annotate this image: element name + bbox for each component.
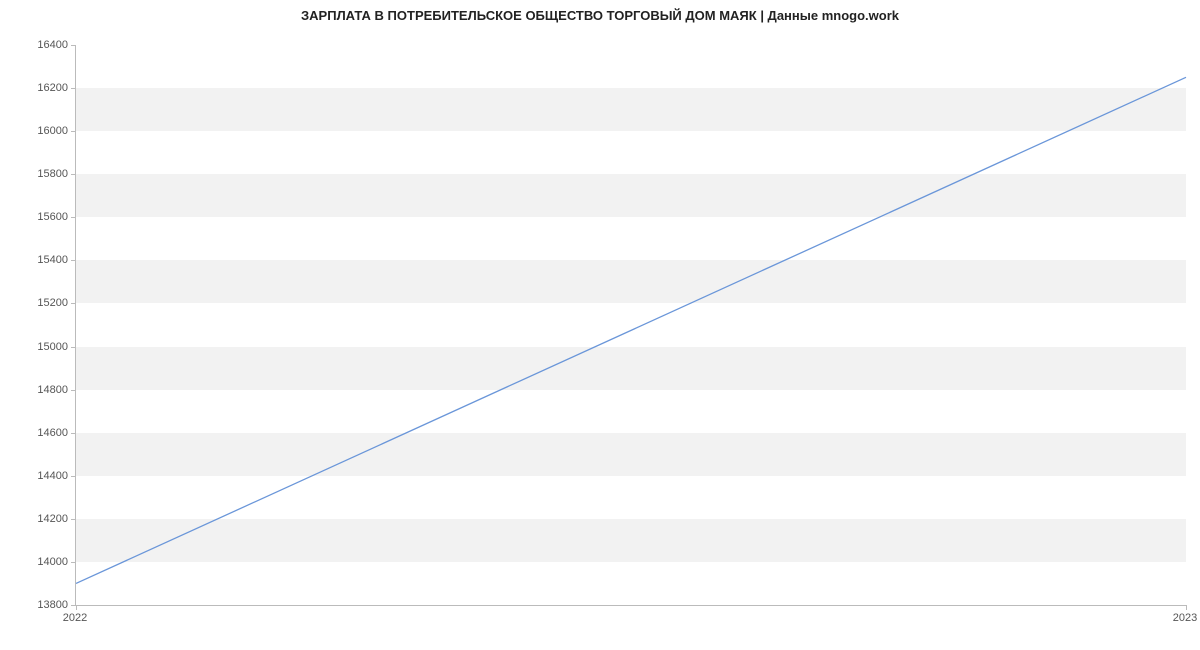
y-axis-label: 14000 [8, 556, 68, 568]
y-axis-label: 15000 [8, 341, 68, 353]
y-axis-label: 16200 [8, 82, 68, 94]
y-axis-label: 15400 [8, 254, 68, 266]
x-axis-label: 2023 [1173, 612, 1197, 624]
y-axis-label: 15200 [8, 297, 68, 309]
y-axis-label: 13800 [8, 599, 68, 611]
y-axis-label: 14400 [8, 470, 68, 482]
y-axis-label: 14600 [8, 427, 68, 439]
chart-container: ЗАРПЛАТА В ПОТРЕБИТЕЛЬСКОЕ ОБЩЕСТВО ТОРГ… [0, 0, 1200, 650]
y-axis-label: 16000 [8, 125, 68, 137]
x-tick [76, 605, 77, 610]
plot-area [75, 45, 1186, 606]
y-axis-label: 14200 [8, 513, 68, 525]
x-axis-label: 2022 [63, 612, 87, 624]
chart-title: ЗАРПЛАТА В ПОТРЕБИТЕЛЬСКОЕ ОБЩЕСТВО ТОРГ… [0, 8, 1200, 23]
y-axis-label: 14800 [8, 384, 68, 396]
y-axis-label: 16400 [8, 39, 68, 51]
line-svg [76, 45, 1186, 605]
x-tick [1186, 605, 1187, 610]
y-axis-label: 15600 [8, 211, 68, 223]
y-axis-label: 15800 [8, 168, 68, 180]
series-line-salary [76, 77, 1186, 583]
